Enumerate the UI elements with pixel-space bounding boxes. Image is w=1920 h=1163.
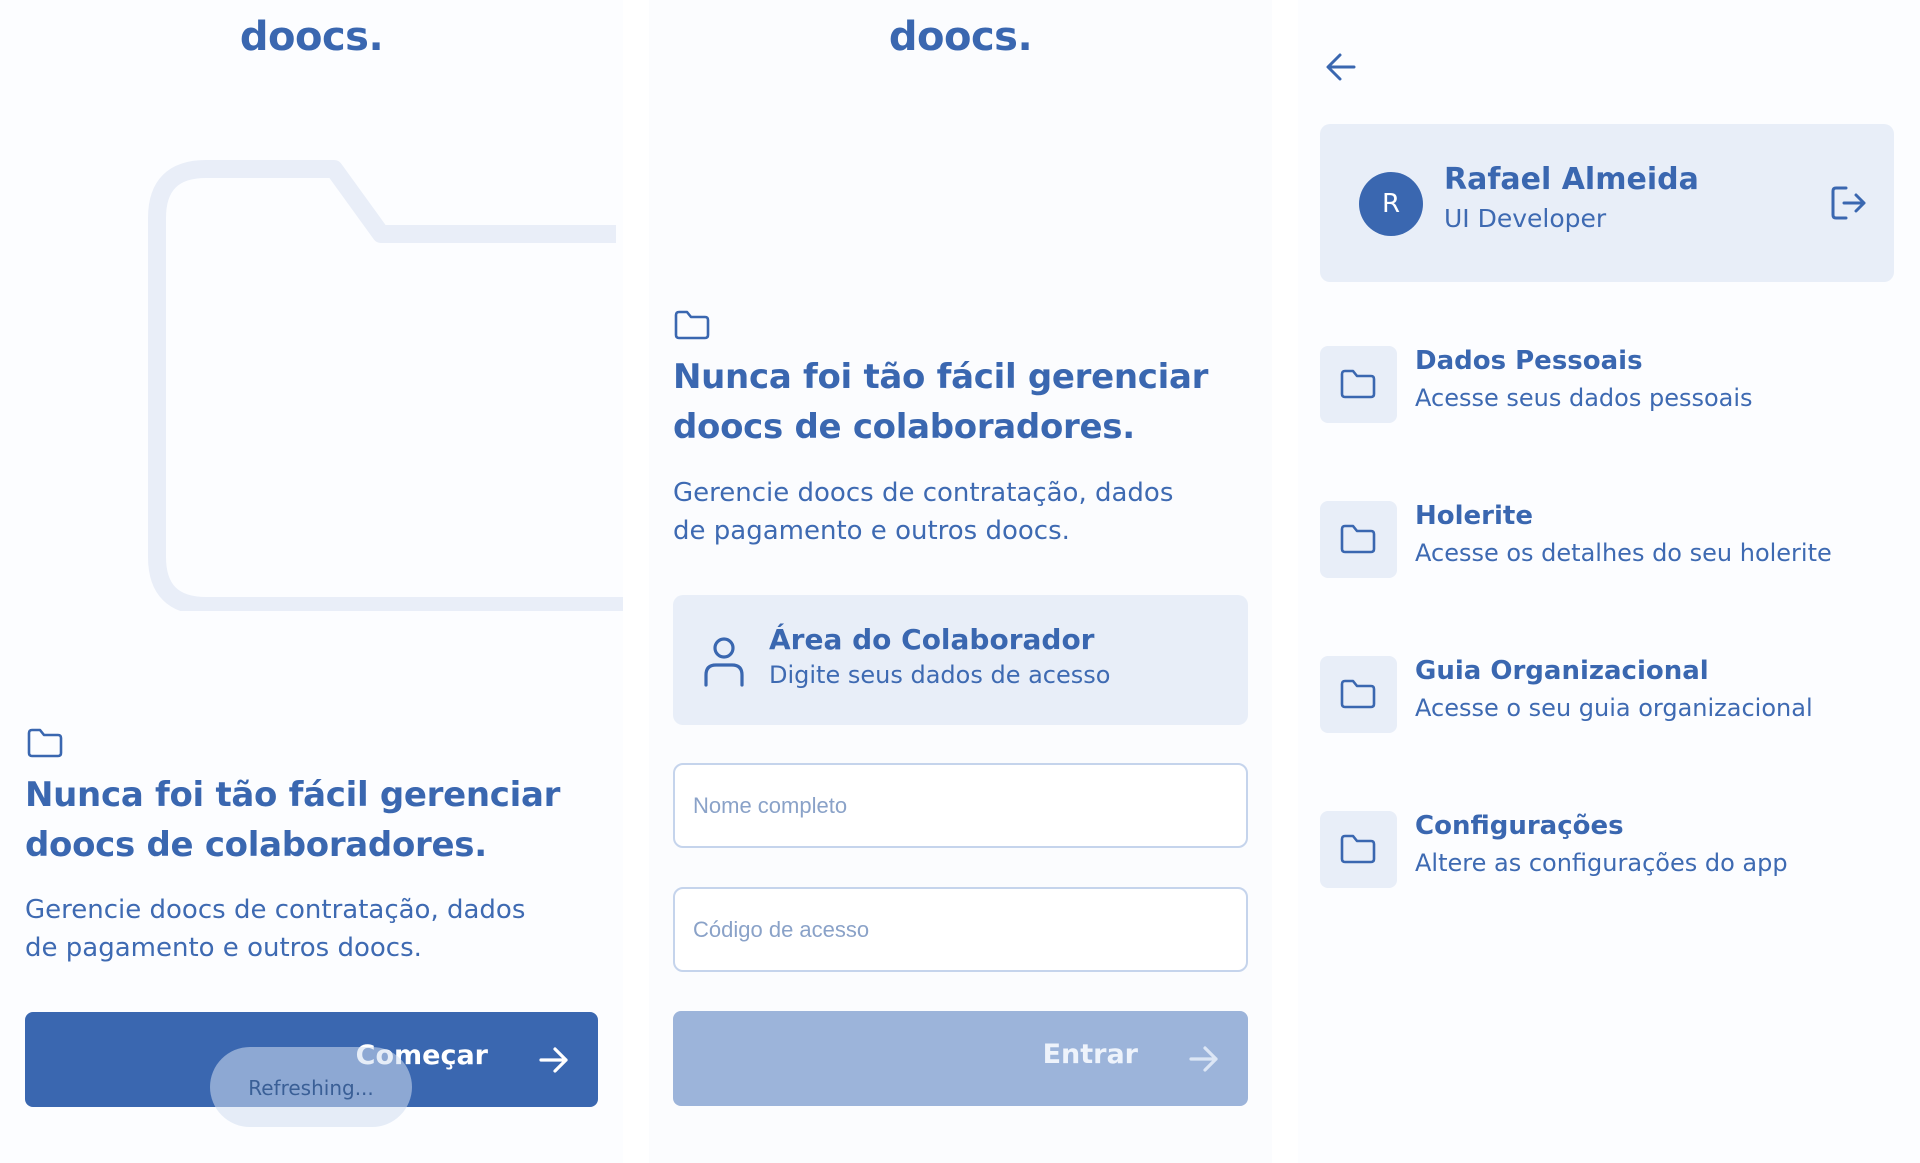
description-line-1: Gerencie doocs de contratação, dados	[25, 895, 526, 925]
headline: Nunca foi tão fácil gerenciar doocs de c…	[673, 352, 1208, 452]
user-name: Rafael Almeida	[1444, 162, 1699, 197]
back-arrow-icon[interactable]	[1324, 50, 1358, 84]
user-icon	[704, 637, 744, 687]
headline-line-1: Nunca foi tão fácil gerenciar	[25, 775, 561, 815]
folder-icon	[1340, 524, 1376, 554]
folder-icon	[27, 728, 63, 758]
profile-menu-screen: R Rafael Almeida UI Developer Dados Pess…	[1298, 0, 1920, 1163]
menu-item-dados-pessoais[interactable]: Dados Pessoais Acesse seus dados pessoai…	[1320, 346, 1894, 426]
full-name-input[interactable]	[673, 763, 1248, 848]
menu-item-subtitle: Acesse seus dados pessoais	[1415, 384, 1753, 412]
logout-icon[interactable]	[1830, 184, 1868, 222]
menu-item-title: Dados Pessoais	[1415, 346, 1643, 376]
menu-item-title: Guia Organizacional	[1415, 656, 1709, 686]
access-code-input[interactable]	[673, 887, 1248, 972]
headline-line-2: doocs de colaboradores.	[25, 825, 487, 865]
enter-button-label: Entrar	[1042, 1039, 1138, 1070]
arrow-right-icon	[1189, 1046, 1218, 1072]
menu-item-icon-tile	[1320, 501, 1397, 578]
arrow-right-icon	[539, 1047, 568, 1073]
description: Gerencie doocs de contratação, dados de …	[25, 891, 525, 967]
menu-item-holerite[interactable]: Holerite Acesse os detalhes do seu holer…	[1320, 501, 1894, 581]
app-logo: doocs.	[239, 14, 384, 60]
profile-card: R Rafael Almeida UI Developer	[1320, 124, 1894, 282]
login-screen: doocs. Nunca foi tão fácil gerenciar doo…	[649, 0, 1272, 1163]
menu-item-icon-tile	[1320, 346, 1397, 423]
collaborator-area-card: Área do Colaborador Digite seus dados de…	[673, 595, 1248, 725]
description-line-2: de pagamento e outros doocs.	[25, 933, 422, 963]
headline-line-2: doocs de colaboradores.	[673, 407, 1135, 447]
folder-icon	[1340, 369, 1376, 399]
menu-item-configuracoes[interactable]: Configurações Altere as configurações do…	[1320, 811, 1894, 891]
folder-icon	[1340, 679, 1376, 709]
description-line-2: de pagamento e outros doocs.	[673, 516, 1070, 546]
user-role: UI Developer	[1444, 204, 1607, 233]
menu-item-subtitle: Altere as configurações do app	[1415, 849, 1788, 877]
card-title: Área do Colaborador	[769, 623, 1095, 656]
avatar: R	[1359, 172, 1423, 236]
menu-item-guia-organizacional[interactable]: Guia Organizacional Acesse o seu guia or…	[1320, 656, 1894, 736]
menu-item-subtitle: Acesse o seu guia organizacional	[1415, 694, 1813, 722]
refreshing-toast: Refreshing...	[210, 1047, 412, 1127]
enter-button[interactable]: Entrar	[673, 1011, 1248, 1106]
menu-item-icon-tile	[1320, 656, 1397, 733]
folder-icon	[1340, 834, 1376, 864]
menu-item-title: Configurações	[1415, 811, 1624, 841]
headline: Nunca foi tão fácil gerenciar doocs de c…	[25, 770, 560, 870]
menu-item-subtitle: Acesse os detalhes do seu holerite	[1415, 539, 1832, 567]
headline-line-1: Nunca foi tão fácil gerenciar	[673, 357, 1209, 397]
card-subtitle: Digite seus dados de acesso	[769, 661, 1111, 689]
folder-illustration-icon	[148, 160, 623, 611]
description-line-1: Gerencie doocs de contratação, dados	[673, 478, 1174, 508]
description: Gerencie doocs de contratação, dados de …	[673, 474, 1173, 550]
menu-item-icon-tile	[1320, 811, 1397, 888]
menu-item-title: Holerite	[1415, 501, 1533, 531]
folder-icon	[674, 310, 710, 340]
app-logo: doocs.	[888, 14, 1033, 60]
welcome-screen: doocs. Nunca foi tão fácil gerenciar doo…	[0, 0, 623, 1163]
